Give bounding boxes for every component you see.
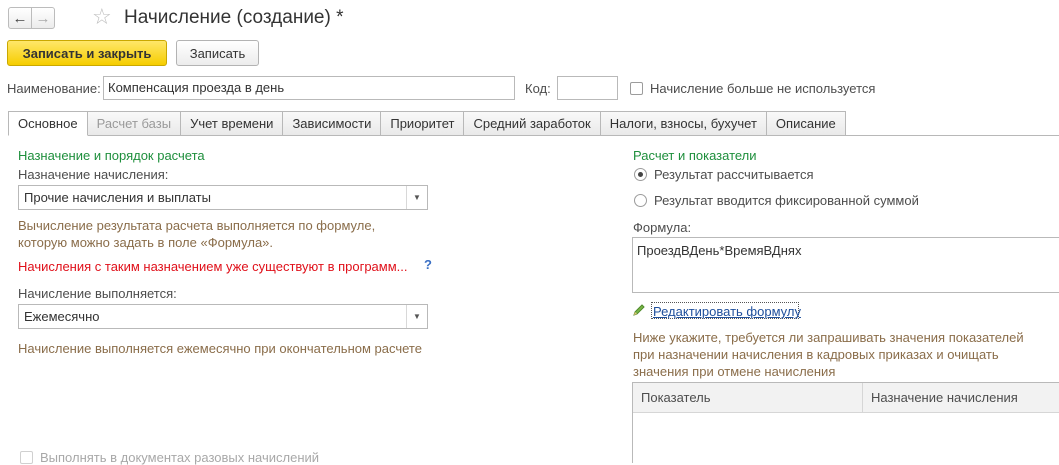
forward-button[interactable]: → <box>31 7 55 29</box>
radio-fixed-sum-label: Результат вводится фиксированной суммой <box>654 193 919 208</box>
calc-group-title: Расчет и показатели <box>633 148 757 163</box>
not-used-checkbox[interactable] <box>630 82 643 95</box>
formula-label: Формула: <box>633 220 692 235</box>
favorite-star-icon[interactable]: ☆ <box>92 6 112 28</box>
purpose-note-line2: которую можно задать в поле «Формула». <box>18 235 274 250</box>
name-input[interactable]: Компенсация проезда в день <box>103 76 515 100</box>
radio-calculated[interactable] <box>634 168 647 181</box>
one-time-docs-checkbox[interactable] <box>20 451 33 464</box>
executes-note: Начисление выполняется ежемесячно при ок… <box>18 341 422 356</box>
radio-calculated-label: Результат рассчитывается <box>654 167 814 182</box>
tab-main[interactable]: Основное <box>8 111 88 136</box>
column-header-purpose[interactable]: Назначение начисления <box>863 383 1059 413</box>
formula-textarea[interactable]: ПроездВДень*ВремяВДнях <box>632 237 1059 293</box>
tab-description[interactable]: Описание <box>766 111 846 136</box>
purpose-group-title: Назначение и порядок расчета <box>18 148 205 163</box>
purpose-label: Назначение начисления: <box>18 167 169 182</box>
tab-priority[interactable]: Приоритет <box>381 111 465 136</box>
save-and-close-button[interactable]: Записать и закрыть <box>7 40 167 66</box>
arrow-left-icon: ← <box>12 9 28 27</box>
tab-base-calculation[interactable]: Расчет базы <box>87 111 182 136</box>
duplicate-purpose-warning[interactable]: Начисления с таким назначением уже сущес… <box>18 259 408 274</box>
purpose-select[interactable]: Прочие начисления и выплаты ▼ <box>18 185 428 210</box>
not-used-label: Начисление больше не используется <box>650 81 876 96</box>
chevron-down-icon[interactable]: ▼ <box>406 186 427 209</box>
executes-select[interactable]: Ежемесячно ▼ <box>18 304 428 329</box>
indicators-note-line3: значения при отмене начисления <box>633 364 836 379</box>
radio-fixed-sum[interactable] <box>634 194 647 207</box>
purpose-select-value: Прочие начисления и выплаты <box>24 190 211 205</box>
column-header-indicator[interactable]: Показатель <box>633 383 863 413</box>
help-icon[interactable]: ? <box>424 257 432 272</box>
tab-dependencies[interactable]: Зависимости <box>283 111 382 136</box>
edit-formula-link[interactable]: Редактировать формулу <box>653 304 801 319</box>
page-title: Начисление (создание) * <box>124 7 344 28</box>
tab-taxes[interactable]: Налоги, взносы, бухучет <box>600 111 767 136</box>
tab-average-earnings[interactable]: Средний заработок <box>464 111 601 136</box>
chevron-down-icon[interactable]: ▼ <box>406 305 427 328</box>
code-label: Код: <box>525 81 551 96</box>
purpose-note-line1: Вычисление результата расчета выполняетс… <box>18 218 376 233</box>
code-input[interactable] <box>557 76 618 100</box>
indicators-note-line2: при назначении начисления в кадровых при… <box>633 347 999 362</box>
indicators-note-line1: Ниже укажите, требуется ли запрашивать з… <box>633 330 1024 345</box>
executes-label: Начисление выполняется: <box>18 286 177 301</box>
tab-strip: Основное Расчет базы Учет времени Зависи… <box>8 111 846 136</box>
tab-time-tracking[interactable]: Учет времени <box>181 111 284 136</box>
arrow-right-icon: → <box>35 9 51 27</box>
executes-select-value: Ежемесячно <box>24 309 100 324</box>
name-label: Наименование: <box>7 81 101 96</box>
pencil-icon <box>632 303 646 320</box>
indicators-table[interactable]: Показатель Назначение начисления <box>632 382 1059 463</box>
save-button[interactable]: Записать <box>176 40 259 66</box>
back-button[interactable]: ← <box>8 7 32 29</box>
